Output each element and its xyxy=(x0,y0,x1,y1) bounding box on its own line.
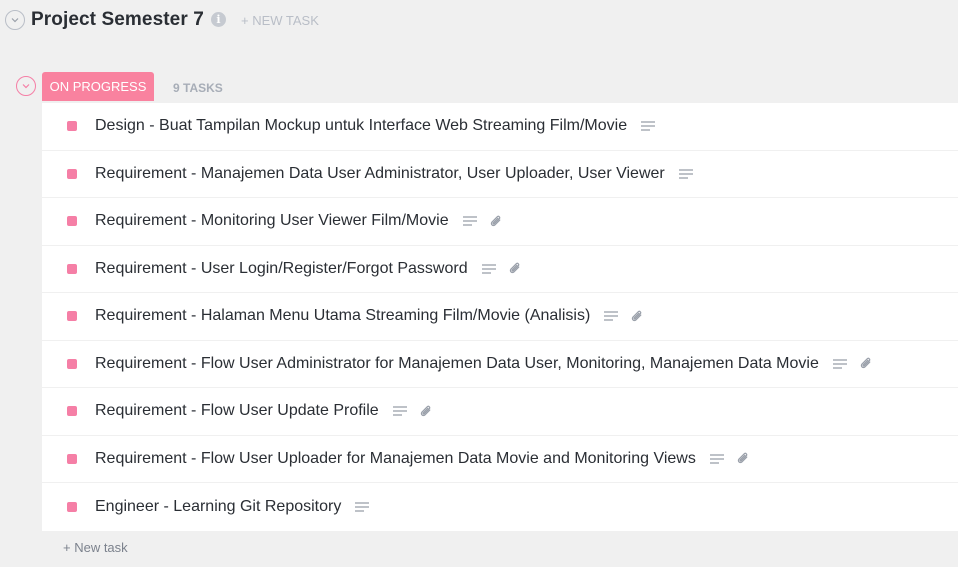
task-name-text: Requirement - Monitoring User Viewer Fil… xyxy=(95,212,449,230)
description-icon xyxy=(641,121,656,131)
chevron-down-icon xyxy=(22,84,30,89)
task-row[interactable]: Requirement - Flow User Update Profile xyxy=(42,388,958,436)
collapse-list-toggle[interactable] xyxy=(5,10,25,30)
add-task-button[interactable]: + New task xyxy=(63,540,128,555)
task-name[interactable]: Requirement - Monitoring User Viewer Fil… xyxy=(95,212,504,230)
task-indicators xyxy=(355,502,370,512)
status-dot[interactable] xyxy=(67,453,77,464)
task-count: 9 TASKS xyxy=(173,81,223,95)
task-name-text: Requirement - User Login/Register/Forgot… xyxy=(95,259,468,277)
chevron-down-icon xyxy=(11,18,19,23)
task-row[interactable]: Requirement - Manajemen Data User Admini… xyxy=(42,150,958,198)
attachment-icon xyxy=(860,358,871,369)
task-indicators xyxy=(462,214,504,229)
task-name-text: Requirement - Flow User Update Profile xyxy=(95,402,379,420)
list-header: Project Semester 7 i + NEW TASK xyxy=(0,0,958,42)
task-indicators xyxy=(481,261,523,276)
attachment-icon xyxy=(420,405,431,416)
status-dot[interactable] xyxy=(67,358,77,369)
task-name[interactable]: Requirement - Flow User Uploader for Man… xyxy=(95,450,751,468)
description-icon xyxy=(481,264,496,274)
task-name-text: Requirement - Flow User Uploader for Man… xyxy=(95,449,696,467)
description-icon xyxy=(462,216,477,226)
task-name[interactable]: Design - Buat Tampilan Mockup untuk Inte… xyxy=(95,117,656,135)
task-indicators xyxy=(832,356,874,371)
task-indicators xyxy=(709,451,751,466)
description-icon xyxy=(392,406,407,416)
description-icon xyxy=(678,169,693,179)
task-name-text: Requirement - Halaman Menu Utama Streami… xyxy=(95,307,591,325)
task-name[interactable]: Requirement - Halaman Menu Utama Streami… xyxy=(95,307,645,325)
info-icon[interactable]: i xyxy=(211,12,226,27)
task-name-text: Design - Buat Tampilan Mockup untuk Inte… xyxy=(95,117,628,135)
attachment-icon xyxy=(490,215,500,226)
page-title: Project Semester 7 xyxy=(31,9,204,30)
task-row[interactable]: Requirement - Flow User Uploader for Man… xyxy=(42,435,958,483)
task-name-text: Requirement - Flow User Administrator fo… xyxy=(95,354,819,372)
collapse-group-toggle[interactable] xyxy=(16,76,36,96)
task-row[interactable]: Requirement - Monitoring User Viewer Fil… xyxy=(42,198,958,246)
task-name-text: Engineer - Learning Git Repository xyxy=(95,497,342,515)
status-dot[interactable] xyxy=(67,121,77,132)
description-icon xyxy=(832,359,847,369)
task-name[interactable]: Requirement - Flow User Update Profile xyxy=(95,402,434,420)
status-dot[interactable] xyxy=(67,216,77,227)
task-name[interactable]: Requirement - Flow User Administrator fo… xyxy=(95,355,874,373)
task-indicators xyxy=(604,309,645,324)
task-row[interactable]: Engineer - Learning Git Repository xyxy=(42,483,958,531)
task-name[interactable]: Engineer - Learning Git Repository xyxy=(95,497,370,516)
task-name[interactable]: Requirement - Manajemen Data User Admini… xyxy=(95,165,693,183)
attachment-icon xyxy=(737,453,748,464)
task-name[interactable]: Requirement - User Login/Register/Forgot… xyxy=(95,260,523,278)
status-group-label[interactable]: ON PROGRESS xyxy=(42,72,154,101)
task-row[interactable]: Design - Buat Tampilan Mockup untuk Inte… xyxy=(42,103,958,151)
task-name-text: Requirement - Manajemen Data User Admini… xyxy=(95,164,665,182)
task-indicators xyxy=(678,169,693,179)
task-indicators xyxy=(641,121,656,131)
status-dot[interactable] xyxy=(67,406,77,417)
status-dot[interactable] xyxy=(67,263,77,274)
task-row[interactable]: Requirement - User Login/Register/Forgot… xyxy=(42,245,958,293)
description-icon xyxy=(355,502,370,512)
description-icon xyxy=(709,454,724,464)
status-dot[interactable] xyxy=(67,311,77,322)
task-row[interactable]: Requirement - Halaman Menu Utama Streami… xyxy=(42,293,958,341)
description-icon xyxy=(604,311,619,321)
status-dot[interactable] xyxy=(67,168,77,179)
attachment-icon xyxy=(632,310,642,321)
status-dot[interactable] xyxy=(67,501,77,512)
task-indicators xyxy=(392,404,434,419)
new-task-button[interactable]: + NEW TASK xyxy=(241,13,319,28)
task-list: Design - Buat Tampilan Mockup untuk Inte… xyxy=(42,103,958,531)
attachment-icon xyxy=(509,263,519,274)
task-row[interactable]: Requirement - Flow User Administrator fo… xyxy=(42,340,958,388)
